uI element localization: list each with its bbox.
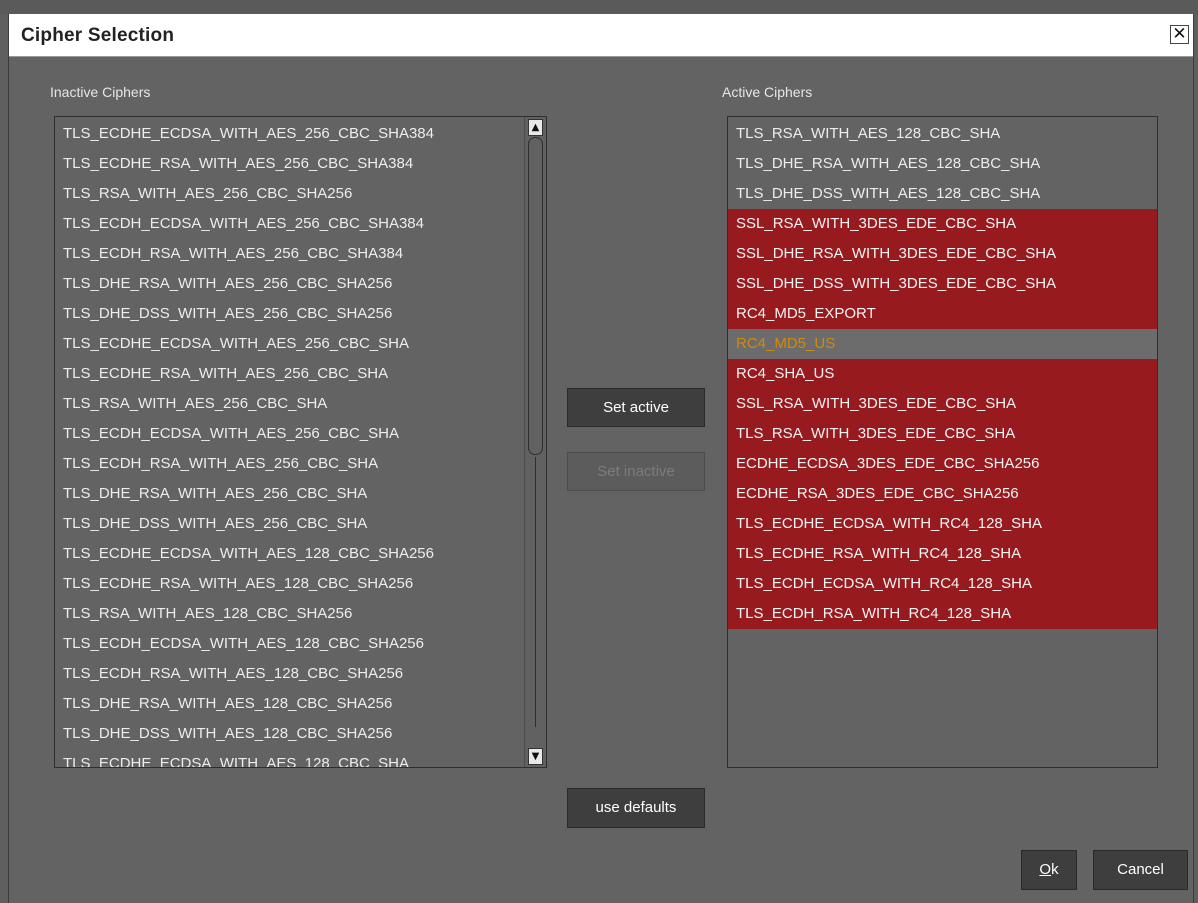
inactive-list-scrollbar[interactable]: ▲ ▼ [524,117,546,767]
inactive-ciphers-list[interactable]: TLS_ECDHE_ECDSA_WITH_AES_256_CBC_SHA384 T… [54,116,547,768]
inactive-cipher-item[interactable]: TLS_RSA_WITH_AES_256_CBC_SHA256 [55,179,525,209]
inactive-cipher-item[interactable]: TLS_ECDHE_ECDSA_WITH_AES_128_CBC_SHA256 [55,539,525,569]
inactive-cipher-item[interactable]: TLS_ECDH_RSA_WITH_AES_128_CBC_SHA256 [55,659,525,689]
active-cipher-item[interactable]: TLS_DHE_DSS_WITH_AES_128_CBC_SHA [728,179,1157,209]
set-active-button[interactable]: Set active [567,388,705,427]
scrollbar-thumb[interactable] [528,137,543,455]
inactive-cipher-item[interactable]: TLS_ECDHE_RSA_WITH_AES_256_CBC_SHA384 [55,149,525,179]
inactive-cipher-item[interactable]: TLS_ECDH_ECDSA_WITH_AES_256_CBC_SHA [55,419,525,449]
inactive-cipher-item[interactable]: TLS_DHE_DSS_WITH_AES_256_CBC_SHA256 [55,299,525,329]
close-icon[interactable]: ✕ [1170,25,1189,44]
inactive-cipher-item[interactable]: TLS_DHE_DSS_WITH_AES_256_CBC_SHA [55,509,525,539]
ok-button[interactable]: Ok [1021,850,1077,890]
active-cipher-item[interactable]: ECDHE_ECDSA_3DES_EDE_CBC_SHA256 [728,449,1157,479]
ok-mnemonic: O [1039,861,1052,878]
background-strip [0,0,1198,14]
active-cipher-item[interactable]: SSL_DHE_RSA_WITH_3DES_EDE_CBC_SHA [728,239,1157,269]
active-cipher-item[interactable]: TLS_DHE_RSA_WITH_AES_128_CBC_SHA [728,149,1157,179]
inactive-cipher-item[interactable]: TLS_ECDHE_ECDSA_WITH_AES_128_CBC_SHA [55,749,525,767]
scroll-down-icon[interactable]: ▼ [528,748,543,765]
active-cipher-item[interactable]: RC4_MD5_EXPORT [728,299,1157,329]
dialog-title: Cipher Selection [21,25,175,46]
active-cipher-item[interactable]: RC4_MD5_US [728,329,1157,359]
active-cipher-item[interactable]: ECDHE_RSA_3DES_EDE_CBC_SHA256 [728,479,1157,509]
inactive-cipher-item[interactable]: TLS_ECDH_ECDSA_WITH_AES_256_CBC_SHA384 [55,209,525,239]
active-cipher-item[interactable]: SSL_RSA_WITH_3DES_EDE_CBC_SHA [728,209,1157,239]
active-cipher-item[interactable]: TLS_RSA_WITH_3DES_EDE_CBC_SHA [728,419,1157,449]
inactive-cipher-item[interactable]: TLS_RSA_WITH_AES_256_CBC_SHA [55,389,525,419]
scrollbar-track [535,457,536,727]
title-bar[interactable]: Cipher Selection ✕ [9,14,1193,57]
inactive-cipher-item[interactable]: TLS_ECDH_ECDSA_WITH_AES_128_CBC_SHA256 [55,629,525,659]
active-ciphers-list[interactable]: TLS_RSA_WITH_AES_128_CBC_SHA TLS_DHE_RSA_… [727,116,1158,768]
active-ciphers-label: Active Ciphers [722,84,813,100]
use-defaults-button[interactable]: use defaults [567,788,705,828]
active-cipher-item[interactable]: SSL_RSA_WITH_3DES_EDE_CBC_SHA [728,389,1157,419]
active-cipher-item[interactable]: TLS_ECDHE_ECDSA_WITH_RC4_128_SHA [728,509,1157,539]
active-cipher-item[interactable]: TLS_RSA_WITH_AES_128_CBC_SHA [728,119,1157,149]
inactive-cipher-item[interactable]: TLS_ECDHE_RSA_WITH_AES_256_CBC_SHA [55,359,525,389]
active-cipher-item[interactable]: TLS_ECDH_ECDSA_WITH_RC4_128_SHA [728,569,1157,599]
inactive-cipher-item[interactable]: TLS_ECDH_RSA_WITH_AES_256_CBC_SHA384 [55,239,525,269]
inactive-cipher-item[interactable]: TLS_ECDH_RSA_WITH_AES_256_CBC_SHA [55,449,525,479]
inactive-cipher-item[interactable]: TLS_ECDHE_ECDSA_WITH_AES_256_CBC_SHA [55,329,525,359]
inactive-ciphers-label: Inactive Ciphers [50,84,151,100]
inactive-items-container: TLS_ECDHE_ECDSA_WITH_AES_256_CBC_SHA384 T… [55,119,525,767]
inactive-cipher-item[interactable]: TLS_RSA_WITH_AES_128_CBC_SHA256 [55,599,525,629]
inactive-cipher-item[interactable]: TLS_ECDHE_RSA_WITH_AES_128_CBC_SHA256 [55,569,525,599]
inactive-cipher-item[interactable]: TLS_DHE_RSA_WITH_AES_256_CBC_SHA256 [55,269,525,299]
set-inactive-button[interactable]: Set inactive [567,452,705,491]
active-cipher-item[interactable]: TLS_ECDHE_RSA_WITH_RC4_128_SHA [728,539,1157,569]
inactive-cipher-item[interactable]: TLS_DHE_DSS_WITH_AES_128_CBC_SHA256 [55,719,525,749]
active-cipher-item[interactable]: TLS_ECDH_RSA_WITH_RC4_128_SHA [728,599,1157,629]
cancel-button[interactable]: Cancel [1093,850,1188,890]
inactive-cipher-item[interactable]: TLS_DHE_RSA_WITH_AES_128_CBC_SHA256 [55,689,525,719]
ok-label-rest: k [1051,861,1059,878]
active-items-container: TLS_RSA_WITH_AES_128_CBC_SHA TLS_DHE_RSA_… [728,119,1157,629]
active-cipher-item[interactable]: RC4_SHA_US [728,359,1157,389]
scroll-up-icon[interactable]: ▲ [528,119,543,136]
inactive-cipher-item[interactable]: TLS_DHE_RSA_WITH_AES_256_CBC_SHA [55,479,525,509]
inactive-cipher-item[interactable]: TLS_ECDHE_ECDSA_WITH_AES_256_CBC_SHA384 [55,119,525,149]
active-cipher-item[interactable]: SSL_DHE_DSS_WITH_3DES_EDE_CBC_SHA [728,269,1157,299]
cipher-selection-dialog: Cipher Selection ✕ Inactive Ciphers Acti… [8,14,1194,903]
